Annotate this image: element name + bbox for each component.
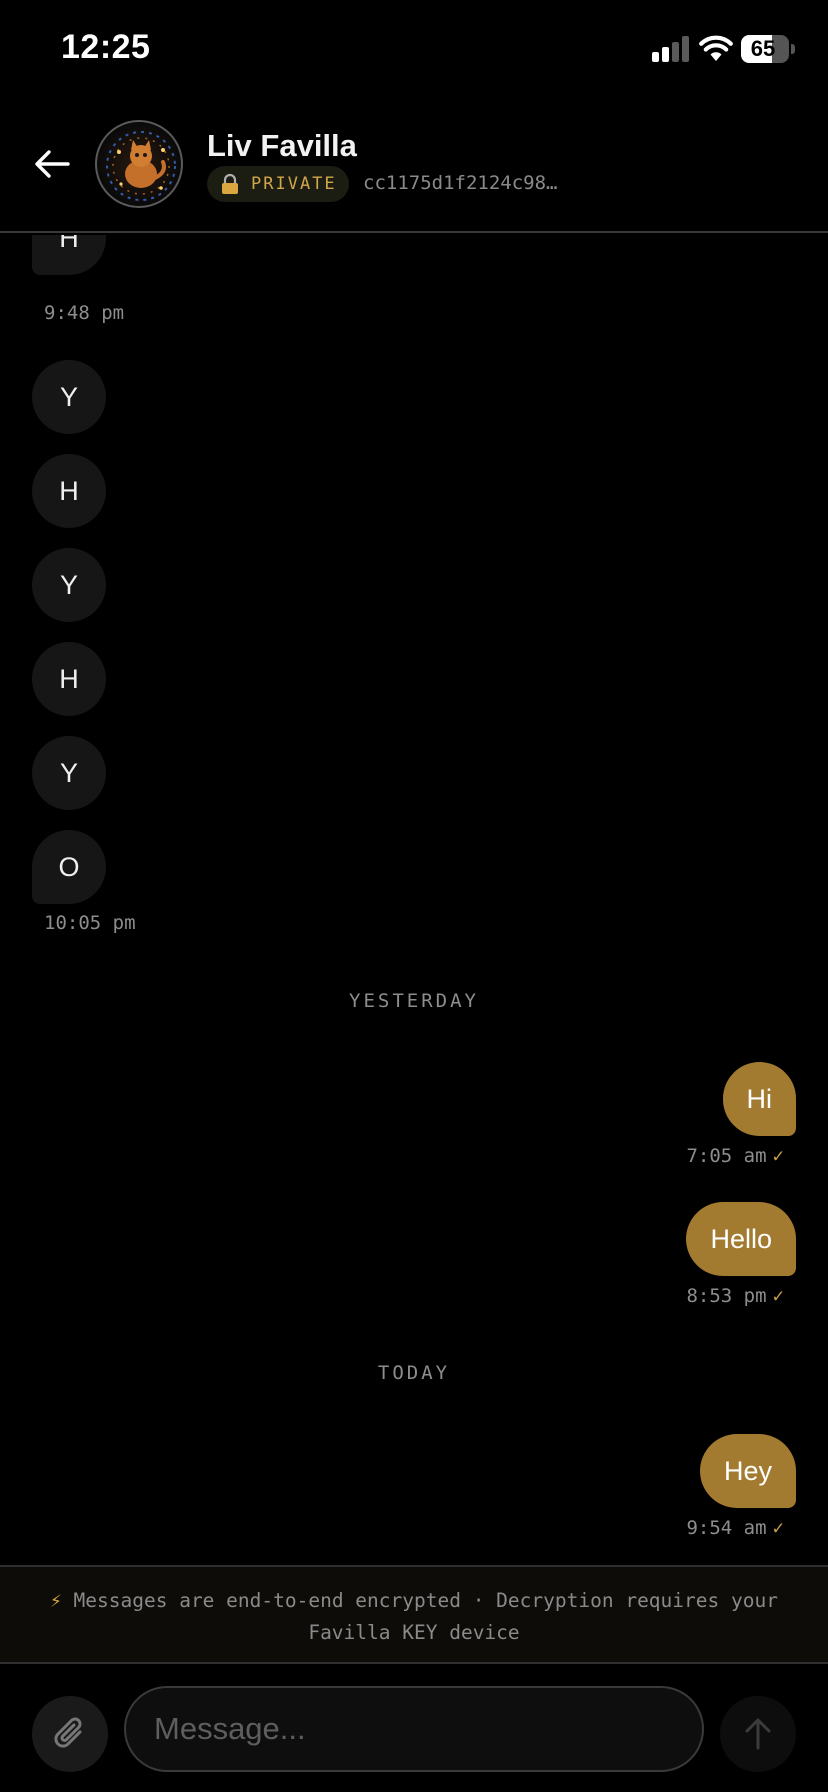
status-bar: 12:25 65 (0, 0, 828, 100)
sent-check-icon: ✓ (772, 1145, 784, 1167)
day-separator: TODAY (377, 1362, 451, 1384)
chat-header: Liv Favilla PRIVATE cc1175d1f2124c98… (0, 100, 828, 233)
battery-nub (791, 44, 795, 54)
message-time: 9:54 am (686, 1517, 767, 1539)
arrow-left-icon (35, 150, 70, 178)
battery-icon: 65 (741, 35, 789, 63)
incoming-message[interactable]: Y (32, 548, 106, 622)
contact-avatar[interactable] (95, 120, 183, 208)
message-timestamp: 10:05 pm (44, 912, 136, 934)
message-list[interactable]: H 9:48 pm Y H Y H Y O 10:05 pm YESTERDAY… (0, 235, 828, 1565)
incoming-message[interactable]: O (32, 830, 106, 904)
incoming-message[interactable]: H (32, 235, 106, 275)
incoming-message[interactable]: Y (32, 736, 106, 810)
status-time: 12:25 (61, 28, 151, 66)
day-separator: YESTERDAY (349, 990, 479, 1012)
message-time: 8:53 pm (686, 1285, 767, 1307)
outgoing-message[interactable]: Hello (686, 1202, 796, 1276)
encryption-notice: ⚡ Messages are end-to-end encrypted · De… (0, 1565, 828, 1664)
incoming-message[interactable]: Y (32, 360, 106, 434)
attach-button[interactable] (32, 1696, 108, 1772)
message-timestamp: 9:48 pm (44, 302, 125, 324)
sent-check-icon: ✓ (772, 1285, 784, 1307)
send-button[interactable] (720, 1696, 796, 1772)
contact-name: Liv Favilla (207, 128, 357, 163)
wifi-icon (699, 35, 733, 61)
outgoing-message[interactable]: Hi (722, 1062, 796, 1136)
contact-key-hash: cc1175d1f2124c98… (363, 172, 558, 194)
sent-check-icon: ✓ (772, 1517, 784, 1539)
lock-icon (222, 173, 238, 194)
encryption-notice-text: Messages are end-to-end encrypted · Decr… (73, 1589, 778, 1644)
paperclip-icon (54, 1717, 82, 1748)
message-timestamp: 7:05 am ✓ (686, 1145, 784, 1167)
message-time: 7:05 am (686, 1145, 767, 1167)
back-button[interactable] (24, 142, 80, 186)
message-composer (0, 1664, 828, 1792)
outgoing-message[interactable]: Hey (699, 1434, 796, 1508)
incoming-message[interactable]: H (32, 642, 106, 716)
cellular-signal-icon (652, 36, 690, 62)
cat-avatar-image (106, 131, 176, 201)
message-timestamp: 8:53 pm ✓ (686, 1285, 784, 1307)
private-label: PRIVATE (251, 174, 337, 194)
private-badge: PRIVATE (207, 166, 349, 202)
incoming-message[interactable]: H (32, 454, 106, 528)
message-input[interactable] (124, 1686, 704, 1772)
lightning-icon: ⚡ (50, 1589, 62, 1612)
battery-level: 65 (750, 36, 776, 61)
message-timestamp: 9:54 am ✓ (686, 1517, 784, 1539)
arrow-up-icon (745, 1718, 771, 1750)
